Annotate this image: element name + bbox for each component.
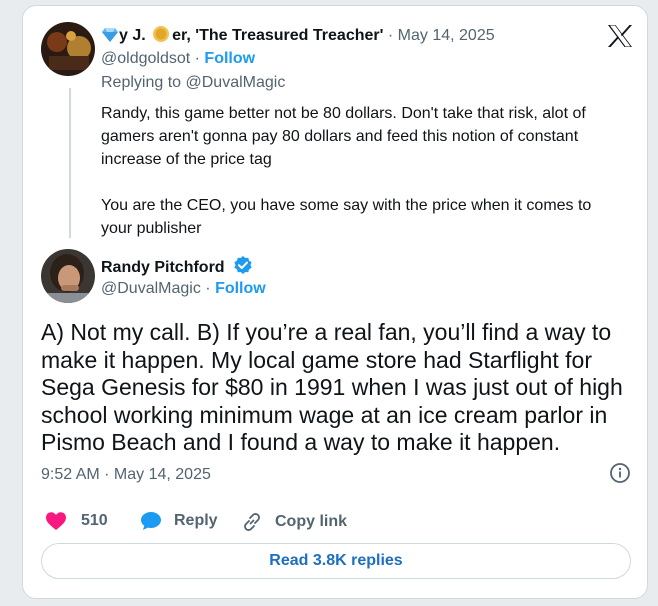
reply-button[interactable]: Reply [140, 511, 218, 531]
replying-to-line: Replying to @DuvalMagic [101, 74, 285, 92]
like-count: 510 [81, 512, 108, 529]
tweet-card: y J. er, 'The Treasured Treacher' · May … [22, 5, 648, 599]
avatar-oldgoldsot[interactable] [41, 22, 95, 76]
copy-link-button[interactable]: Copy link [241, 511, 347, 533]
main-handle[interactable]: @DuvalMagic [101, 280, 201, 297]
link-icon [244, 513, 260, 531]
replying-to-prefix: Replying to [101, 74, 182, 91]
reply-display-name-part2: er, 'The Treasured Treacher' [172, 27, 384, 44]
avatar-randy-pitchford[interactable] [41, 249, 95, 303]
main-name-line: Randy Pitchford [101, 255, 253, 277]
reply-display-name-part1: y J. [119, 27, 146, 44]
reply-handle[interactable]: @oldgoldsot [101, 50, 190, 67]
reply-handle-line: @oldgoldsot · Follow [101, 50, 255, 68]
reply-name-line: y J. er, 'The Treasured Treacher' · May … [101, 25, 495, 45]
info-icon[interactable] [609, 462, 631, 484]
main-display-name[interactable]: Randy Pitchford [101, 259, 225, 276]
reply-date[interactable]: May 14, 2025 [398, 27, 495, 44]
heart-icon [46, 512, 66, 530]
thread-connector-line [69, 88, 71, 238]
speech-bubble-icon [141, 512, 161, 530]
main-tweet-timestamp[interactable]: 9:52 AM · May 14, 2025 [41, 466, 211, 484]
reply-handle-separator: · [194, 50, 200, 67]
main-tweet-text: A) Not my call. B) If you’re a real fan,… [41, 319, 623, 455]
reply-label: Reply [174, 512, 218, 529]
reply-tweet-text: Randy, this game better not be 80 dollar… [101, 102, 621, 240]
reply-separator: · [387, 27, 394, 44]
replying-to-handle[interactable]: @DuvalMagic [186, 74, 286, 91]
x-logo-icon[interactable] [607, 24, 633, 48]
main-handle-separator: · [205, 280, 211, 297]
main-follow-link[interactable]: Follow [215, 280, 266, 297]
verified-badge-icon [234, 256, 252, 274]
reply-paragraph-1: Randy, this game better not be 80 dollar… [101, 105, 586, 168]
reply-paragraph-2: You are the CEO, you have some say with … [101, 197, 592, 237]
main-handle-line: @DuvalMagic · Follow [101, 280, 266, 298]
coin-emoji-icon [153, 26, 170, 42]
like-button[interactable]: 510 [45, 511, 108, 531]
gem-emoji-icon [102, 28, 118, 42]
read-replies-button[interactable]: Read 3.8K replies [41, 543, 631, 579]
copy-link-label: Copy link [275, 513, 348, 530]
reply-follow-link[interactable]: Follow [204, 50, 255, 67]
